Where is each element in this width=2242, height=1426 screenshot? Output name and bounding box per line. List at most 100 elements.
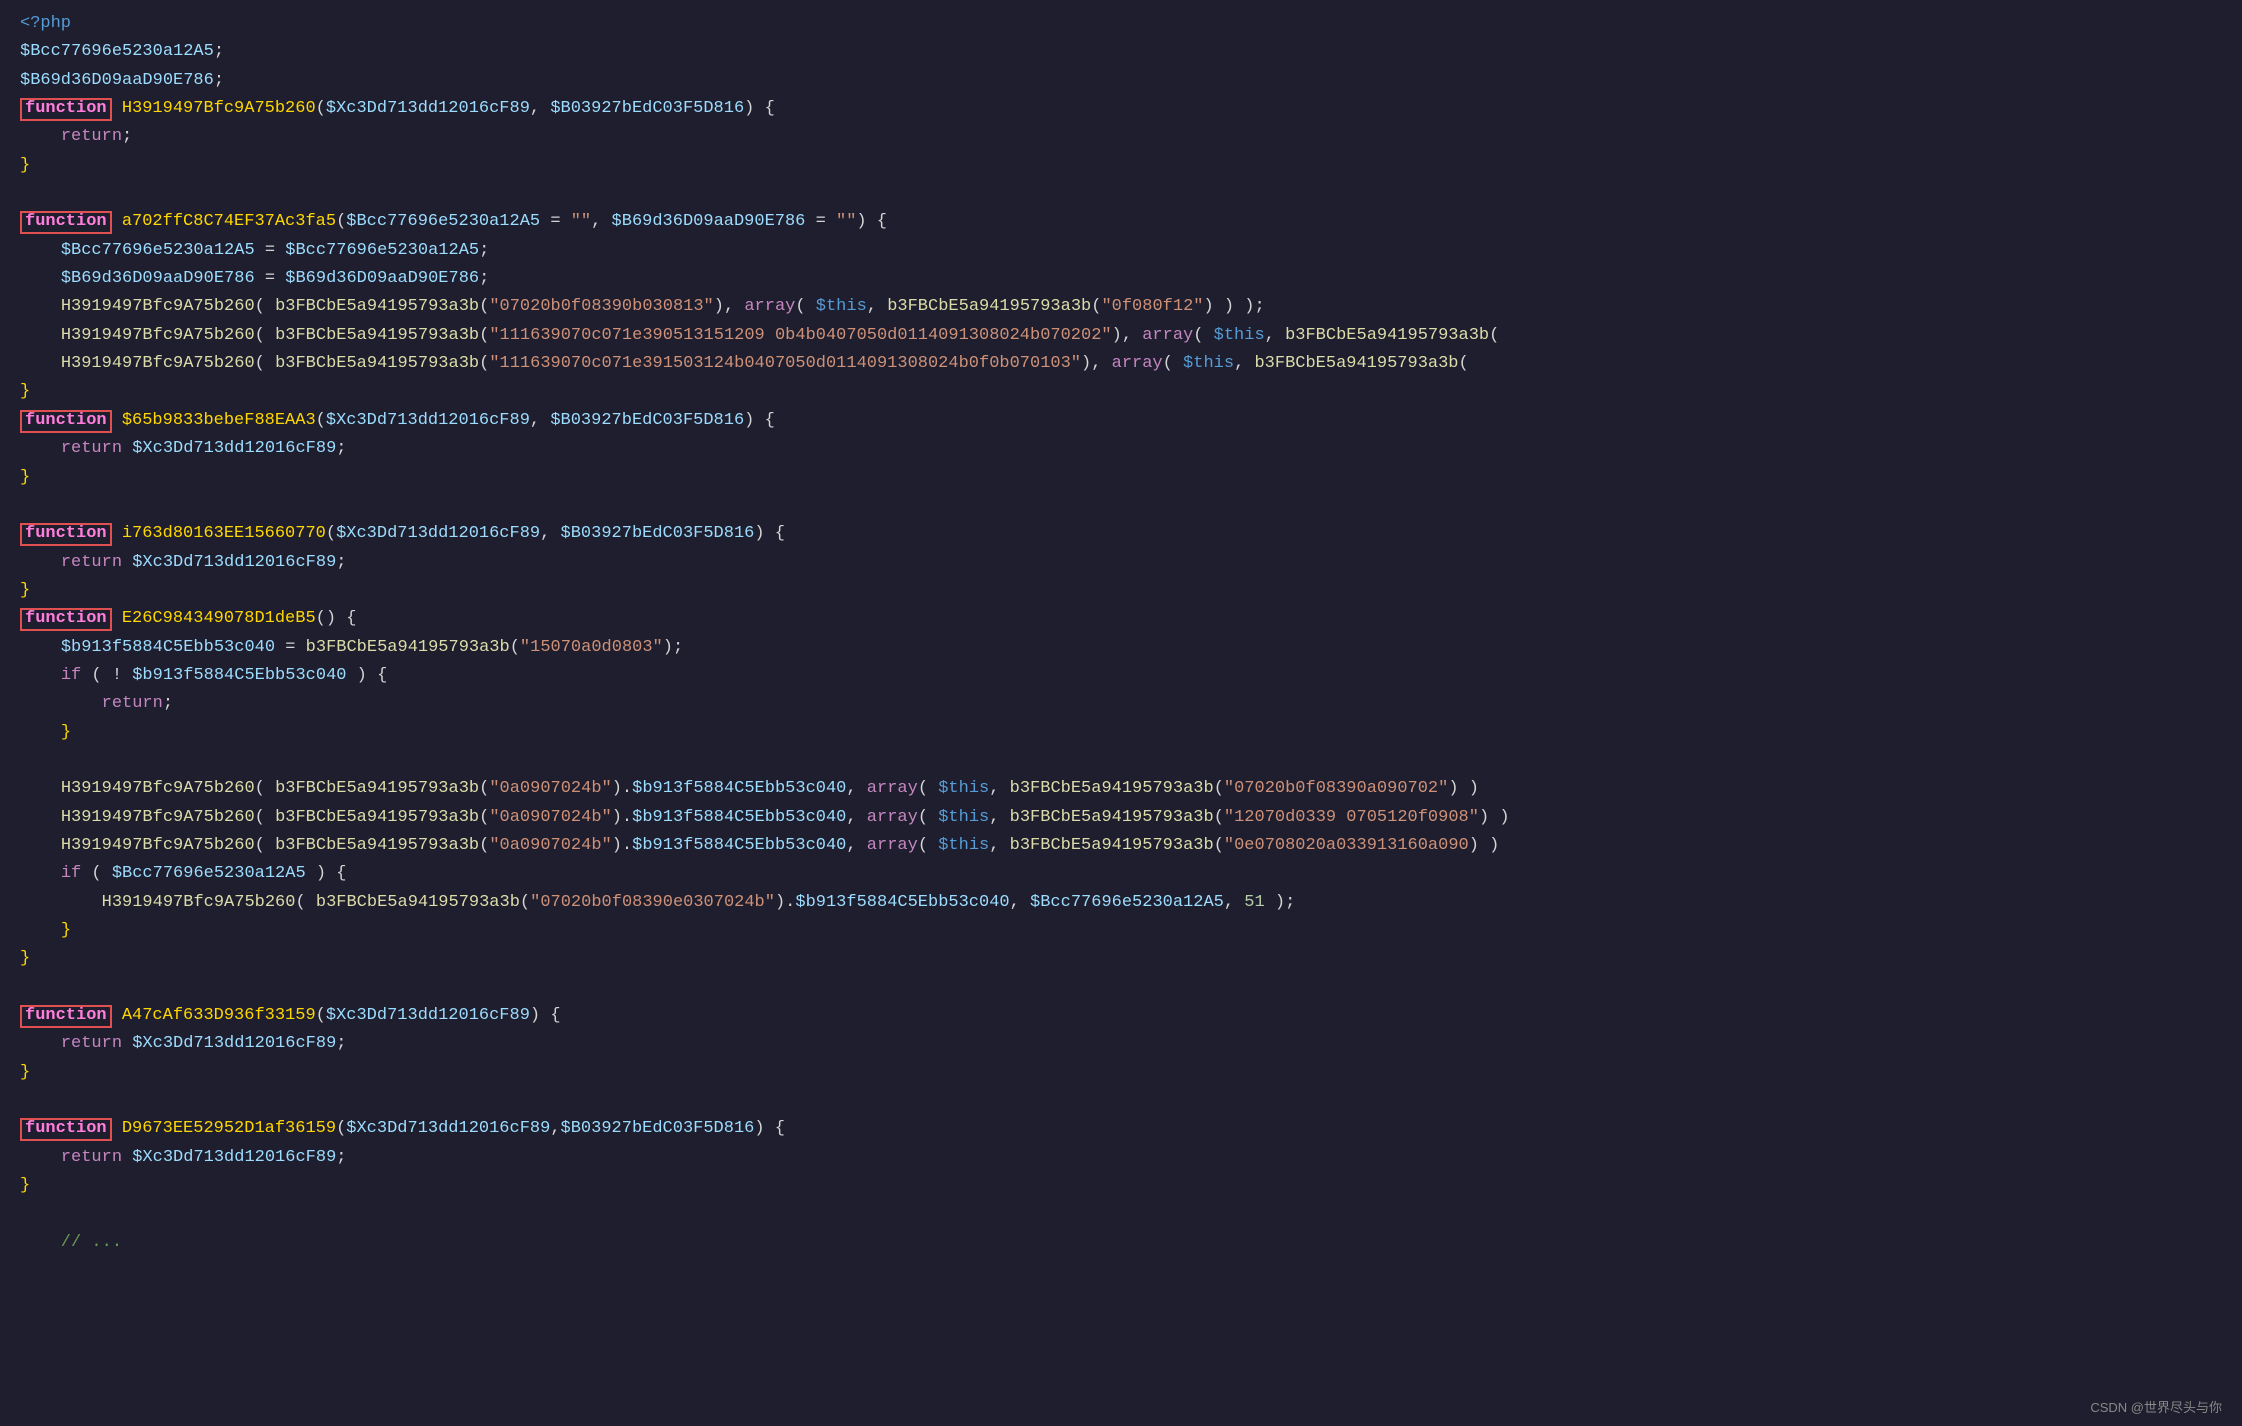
operator-token: ( [1459, 354, 1469, 373]
string-token: "111639070c071e390513151209 0b4b0407050d… [489, 326, 1111, 345]
var-token: $Xc3Dd713dd12016cF89 [132, 553, 336, 572]
brace-token: } [20, 156, 30, 175]
operator-token: ( [1489, 326, 1499, 345]
code-line: } [0, 577, 2242, 605]
this-kw-token: $this [1214, 326, 1265, 345]
return-kw-token: return [61, 553, 122, 572]
code-line: function $65b9833bebeF88EAA3($Xc3Dd713dd… [0, 407, 2242, 435]
var-token: $Xc3Dd713dd12016cF89 [132, 439, 336, 458]
function-name-token: H3919497Bfc9A75b260 [122, 99, 316, 118]
string-token: "111639070c071e391503124b0407050d0114091… [489, 354, 1081, 373]
code-line [0, 1200, 2242, 1228]
array-kw-token: array [744, 297, 795, 316]
code-lines: <?php $Bcc77696e5230a12A5; $B69d36D09aaD90… [0, 10, 2242, 1257]
brace-token: } [20, 382, 30, 401]
indent-token [20, 297, 61, 316]
code-line: H3919497Bfc9A75b260 ( b3FBCbE5a94195793a3… [0, 322, 2242, 350]
php-tag-token: <?php [20, 14, 71, 33]
var-token: $Bcc77696e5230a12A5 [112, 864, 306, 883]
operator-token: ). [775, 893, 795, 912]
code-line: <?php [0, 10, 2242, 38]
function-name-token: D9673EE52952D1af36159 [122, 1119, 336, 1138]
var-token: $b913f5884C5Ebb53c040 [132, 666, 346, 685]
indent2-token [20, 893, 102, 912]
var-token: $b913f5884C5Ebb53c040 [795, 893, 1009, 912]
operator-token: ( [520, 893, 530, 912]
function-name-token: a702ffC8C74EF37Ac3fa5 [122, 212, 336, 231]
code-line: } [0, 152, 2242, 180]
method-call-token: b3FBCbE5a94195793a3b [1254, 354, 1458, 373]
operator-token: () { [316, 609, 357, 628]
method-call-token: H3919497Bfc9A75b260 [61, 779, 255, 798]
code-line: function H3919497Bfc9A75b260($Xc3Dd713dd… [0, 95, 2242, 123]
operator-token: ) { [744, 99, 775, 118]
indent-token [20, 326, 61, 345]
operator-token: ) ) [1479, 808, 1510, 827]
operator-token: , [591, 212, 611, 231]
operator-token: ; [122, 127, 132, 146]
operator-token: ( [255, 779, 275, 798]
sp-token [122, 1148, 132, 1167]
sp-token [122, 1034, 132, 1053]
return-kw-token: return [102, 694, 163, 713]
operator-token: = [805, 212, 836, 231]
code-line: } [0, 1059, 2242, 1087]
method-call-token: H3919497Bfc9A75b260 [61, 326, 255, 345]
function-name-token: i763d80163EE15660770 [122, 524, 326, 543]
sp-token [122, 439, 132, 458]
operator-token: ; [479, 241, 489, 260]
highlighted-keyword-token: function [20, 1118, 112, 1141]
operator-token: ( [336, 212, 346, 231]
code-line [0, 974, 2242, 1002]
operator-token: ( [1214, 808, 1224, 827]
operator-token: ) ) [1448, 779, 1479, 798]
code-line: H3919497Bfc9A75b260( b3FBCbE5a94195793a3… [0, 293, 2242, 321]
operator-token: ( [316, 411, 326, 430]
operator-token: , [846, 779, 866, 798]
code-line: return $Xc3Dd713dd12016cF89; [0, 1144, 2242, 1172]
operator-token: , [989, 808, 1009, 827]
code-line: return $Xc3Dd713dd12016cF89; [0, 1030, 2242, 1058]
var-token: $b913f5884C5Ebb53c040 [632, 836, 846, 855]
method-call-token: b3FBCbE5a94195793a3b [275, 326, 479, 345]
var-token: $Xc3Dd713dd12016cF89 [132, 1034, 336, 1053]
var-token: $Xc3Dd713dd12016cF89 [132, 1148, 336, 1167]
operator-token: ( [255, 354, 275, 373]
operator-token: ) { [346, 666, 387, 685]
indent-token [20, 439, 61, 458]
code-line: H3919497Bfc9A75b260( b3FBCbE5a94195793a3… [0, 775, 2242, 803]
code-line [0, 492, 2242, 520]
string-token: "12070d0339 0705120f0908" [1224, 808, 1479, 827]
operator-token: ( [1091, 297, 1101, 316]
var-token: $b913f5884C5Ebb53c040 [632, 779, 846, 798]
operator-token: ( [1163, 354, 1183, 373]
operator-token: ; [336, 1034, 346, 1053]
sp-token [112, 1119, 122, 1138]
brace-token: } [20, 949, 30, 968]
code-line [0, 180, 2242, 208]
array-kw-token: array [867, 779, 918, 798]
operator-token: ; [336, 439, 346, 458]
operator-token: ( [255, 297, 275, 316]
code-line: if ( ! $b913f5884C5Ebb53c040 ) { [0, 662, 2242, 690]
var-token: $B69d36D09aaD90E786 [61, 269, 255, 288]
operator-token: ) { [856, 212, 887, 231]
sp-token [112, 411, 122, 430]
brace-token: } [61, 723, 71, 742]
operator-token: , [989, 779, 1009, 798]
indent-token [20, 779, 61, 798]
operator-token: = [255, 241, 286, 260]
method-call-token: b3FBCbE5a94195793a3b [275, 808, 479, 827]
indent-token [20, 1148, 61, 1167]
var-token: $Xc3Dd713dd12016cF89 [346, 1119, 550, 1138]
operator-token: , [530, 411, 550, 430]
method-call-token: b3FBCbE5a94195793a3b [1285, 326, 1489, 345]
string-token: "0a0907024b" [489, 779, 611, 798]
string-token: "0a0907024b" [489, 808, 611, 827]
operator-token: ; [336, 553, 346, 572]
brace-token: } [20, 1063, 30, 1082]
highlighted-keyword-token: function [20, 523, 112, 546]
method-call-token: H3919497Bfc9A75b260 [61, 836, 255, 855]
indent-token [20, 638, 61, 657]
operator-token: ) { [754, 524, 785, 543]
